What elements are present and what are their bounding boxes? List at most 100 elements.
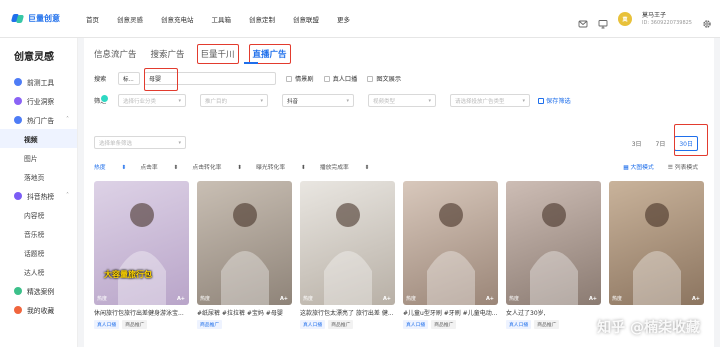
avatar[interactable]: 莫: [618, 12, 633, 26]
tab-live-ads[interactable]: 直播广告: [248, 44, 291, 64]
checkbox-drama[interactable]: 情景剧: [286, 74, 314, 83]
sort-click-conv[interactable]: 点击转化率 ⬍: [192, 162, 242, 171]
chevron-up-icon: ˄: [66, 116, 69, 123]
message-icon[interactable]: [578, 14, 588, 28]
tag: 商品推广: [534, 320, 560, 329]
range-7d[interactable]: 7日: [651, 136, 671, 151]
sidebar-item-10[interactable]: 达人榜: [0, 262, 77, 281]
nav-alliance[interactable]: 创意联盟: [293, 14, 319, 24]
video-thumbnail[interactable]: 热度 A+: [403, 181, 498, 305]
video-thumbnail[interactable]: 热度 A+: [197, 181, 292, 305]
video-title[interactable]: 休闲旅行包旅行出差健身游泳宝...: [94, 308, 189, 317]
checkbox-voiceover[interactable]: 真人口播: [323, 74, 358, 83]
video-title[interactable]: 女人过了30岁,: [506, 308, 601, 317]
nav-creative-inspiration[interactable]: 创意灵感: [117, 14, 143, 24]
search-label: 搜索: [94, 76, 107, 83]
tag: 商品推广: [122, 320, 148, 329]
video-title[interactable]: #纸尿裤 #拉拉裤 #宝妈 #母婴: [197, 308, 292, 317]
purpose-select[interactable]: 推广目的 ▾: [200, 94, 268, 107]
sort-impression-conv-label: 曝光转化率: [256, 165, 286, 171]
monitor-icon[interactable]: [598, 14, 608, 29]
sidebar-item-label: 达人榜: [24, 268, 45, 277]
video-thumbnail[interactable]: 大容量旅行包 热度 A+: [94, 181, 189, 305]
search-scope-select[interactable]: 标...: [118, 72, 140, 85]
tag-list: 真人口播 商品推广: [300, 320, 395, 329]
heat-badge: 热度: [406, 296, 417, 302]
sort-ctr[interactable]: 点击率 ⬍: [140, 162, 178, 171]
video-card[interactable]: 热度 A+: [609, 181, 704, 329]
video-title[interactable]: #儿童u型牙刷 #牙刷 #儿童电动...: [403, 308, 498, 317]
nav-toolbox[interactable]: 工具箱: [212, 14, 232, 24]
ai-badge: A+: [279, 296, 288, 302]
floating-helper-button[interactable]: [100, 94, 109, 103]
sidebar-item-label: 热门广告: [27, 116, 55, 125]
view-large[interactable]: ▦ 大图模式: [623, 162, 654, 171]
sort-impression-conv[interactable]: 曝光转化率 ⬍: [256, 162, 306, 171]
sidebar-item-1[interactable]: 行业洞察: [0, 91, 77, 110]
tab-search-ads[interactable]: 搜索广告: [149, 44, 187, 64]
industry-select[interactable]: 选择行业分类 ▾: [118, 94, 186, 107]
heat-badge: 热度: [97, 296, 108, 302]
active-tab-indicator: [244, 62, 258, 64]
sidebar: 创意灵感 前测工具行业洞察热门广告 ˄ 视频图片 落地页 抖音热榜 ˄ 内容榜音乐榜话题榜达…: [0, 38, 78, 347]
sidebar-item-6[interactable]: 抖音热榜 ˄: [0, 186, 77, 205]
single-filter-select[interactable]: 选择单条筛选 ▾: [94, 136, 186, 149]
video-thumbnail[interactable]: 热度 A+: [506, 181, 601, 305]
video-card[interactable]: 热度 A+ 女人过了30岁, 真人口播 商品推广: [506, 181, 601, 329]
sidebar-item-2[interactable]: 热门广告 ˄: [0, 110, 77, 129]
checkbox-graphic-label: 图文展示: [376, 76, 402, 83]
tag-list: 商品推广: [197, 320, 292, 329]
platform-select[interactable]: 抖音 ▾: [282, 94, 354, 107]
insight-icon: [14, 96, 22, 105]
tag: 真人口播: [94, 320, 120, 329]
sidebar-item-3[interactable]: 视频: [0, 129, 77, 148]
sidebar-item-label: 我的收藏: [27, 306, 55, 315]
search-row: 搜索 标... 母婴 情景剧 真人口播 图文展示: [94, 72, 401, 85]
sidebar-item-12[interactable]: 我的收藏: [0, 300, 77, 319]
video-thumbnail[interactable]: 热度 A+: [609, 181, 704, 305]
sidebar-item-4[interactable]: 图片: [0, 148, 77, 167]
sidebar-item-label: 音乐榜: [24, 230, 45, 239]
video-card-grid: 大容量旅行包 热度 A+ 休闲旅行包旅行出差健身游泳宝... 真人口播 商品推广 热度 A+ #…: [94, 181, 704, 329]
sidebar-item-5[interactable]: 落地页: [0, 167, 77, 186]
video-type-select[interactable]: 视频类型 ▾: [368, 94, 436, 107]
sidebar-item-11[interactable]: 精选案例: [0, 281, 77, 300]
nav-home[interactable]: 首页: [86, 14, 99, 24]
brand-logo[interactable]: 巨量创意: [10, 13, 72, 24]
video-thumbnail[interactable]: 热度 A+: [300, 181, 395, 305]
video-title[interactable]: 这款旅行包太漂亮了 旅行出差 健...: [300, 308, 395, 317]
sort-heat[interactable]: 热度 ⬍: [94, 162, 126, 171]
view-list[interactable]: ☰ 列表模式: [668, 162, 698, 171]
thumbnail-figure: [530, 203, 578, 305]
checkbox-voiceover-label: 真人口播: [332, 76, 358, 83]
sort-completion[interactable]: 播放完成率 ⬍: [320, 162, 370, 171]
user-info[interactable]: 莫马王子 ID: 3609220739825: [642, 12, 692, 25]
tab-feed-ads[interactable]: 信息流广告: [92, 44, 139, 64]
video-card[interactable]: 热度 A+ 这款旅行包太漂亮了 旅行出差 健... 真人口播 商品推广: [300, 181, 395, 329]
sort-ctr-label: 点击率: [140, 165, 158, 171]
tab-qianchuan[interactable]: 巨量千川: [196, 44, 239, 64]
sidebar-item-label: 视频: [24, 135, 38, 144]
purpose-select-value: 推广目的: [205, 98, 228, 105]
nav-more[interactable]: 更多: [337, 14, 350, 24]
sort-completion-label: 播放完成率: [319, 165, 349, 171]
heat-badge: 热度: [303, 296, 314, 302]
ad-type-select[interactable]: 请选择投放广告类型 ▾: [450, 94, 530, 107]
douyin-icon: [14, 191, 22, 200]
save-filter-button[interactable]: 保存筛选: [538, 96, 571, 105]
nav-custom[interactable]: 创意定制: [249, 14, 275, 24]
video-card[interactable]: 热度 A+ #纸尿裤 #拉拉裤 #宝妈 #母婴 商品推广: [197, 181, 292, 329]
range-3d[interactable]: 3日: [627, 136, 647, 151]
checkbox-graphic[interactable]: 图文展示: [367, 74, 401, 83]
video-card[interactable]: 热度 A+ #儿童u型牙刷 #牙刷 #儿童电动... 真人口播 商品推广: [403, 181, 498, 329]
sidebar-item-label: 行业洞察: [27, 97, 55, 106]
sidebar-item-8[interactable]: 音乐榜: [0, 224, 77, 243]
nav-charging-station[interactable]: 创意充电站: [161, 14, 194, 24]
video-card[interactable]: 大容量旅行包 热度 A+ 休闲旅行包旅行出差健身游泳宝... 真人口播 商品推广: [94, 181, 189, 329]
sidebar-title: 创意灵感: [14, 52, 54, 63]
sidebar-item-7[interactable]: 内容榜: [0, 205, 77, 224]
gear-icon[interactable]: [702, 14, 712, 28]
single-filter-row: 选择单条筛选 ▾: [94, 136, 186, 149]
sidebar-item-0[interactable]: 前测工具: [0, 72, 77, 91]
sidebar-item-9[interactable]: 话题榜: [0, 243, 77, 262]
